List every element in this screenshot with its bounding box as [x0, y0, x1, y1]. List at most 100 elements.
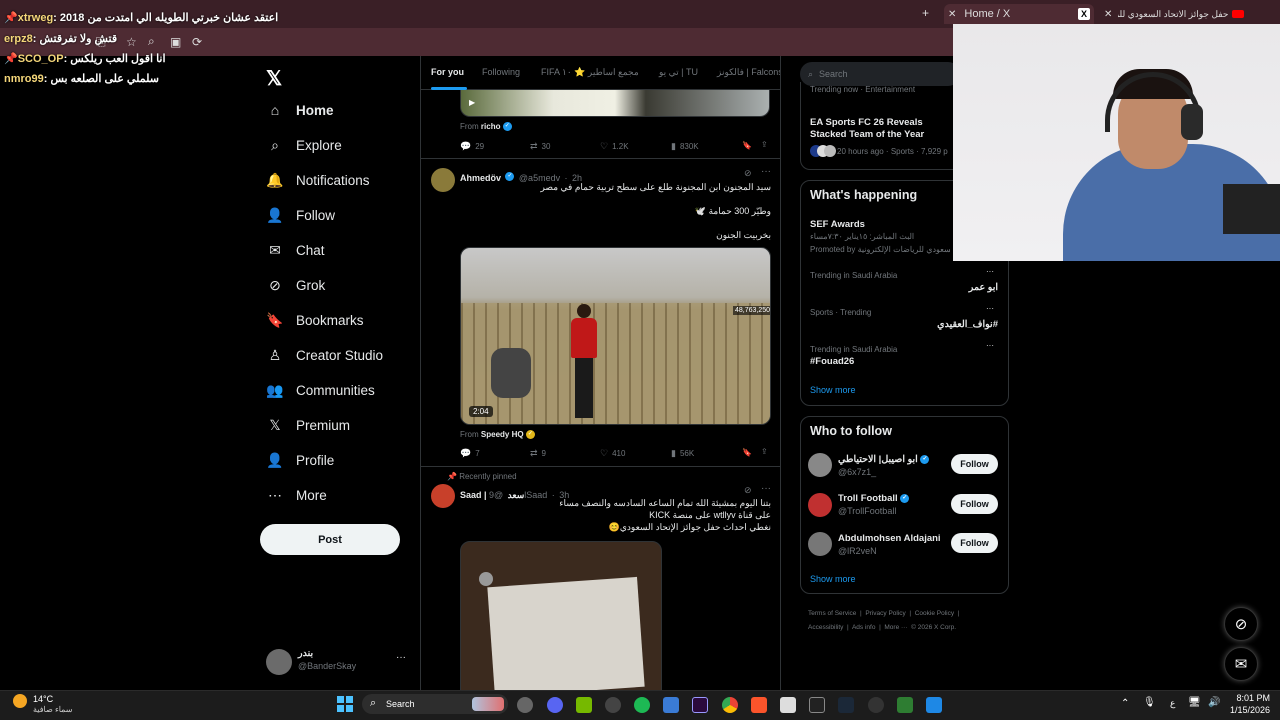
show-more-link[interactable]: Show more	[810, 574, 856, 584]
source-name[interactable]: Speedy HQ	[481, 430, 524, 439]
taskbar-search[interactable]: ⌕ Search	[362, 694, 508, 714]
app-icon[interactable]	[809, 697, 825, 713]
tab-youtube[interactable]: ✕ حفل جوائز الاتحاد السعودي للرياض	[1100, 4, 1250, 24]
chevron-up-icon[interactable]: ⌃	[1121, 698, 1129, 709]
post-button[interactable]: Post	[260, 524, 400, 555]
app-icon[interactable]	[780, 697, 796, 713]
brave-icon[interactable]	[751, 697, 767, 713]
grok-icon[interactable]: ⊘	[744, 485, 752, 496]
word-icon[interactable]	[926, 697, 942, 713]
media-icon[interactable]	[605, 697, 621, 713]
show-more-link[interactable]: Show more	[810, 385, 856, 395]
follow-suggestion-name[interactable]: ابو اصيبل| الاحتياطي ✓	[838, 454, 930, 465]
microphone-icon[interactable]: 🎙	[1143, 697, 1156, 708]
follow-button[interactable]: Follow	[951, 533, 998, 553]
premiere-icon[interactable]	[692, 697, 708, 713]
sidebar-item-premium[interactable]: 𝕏 Premium	[266, 411, 350, 439]
post-video[interactable]: 48,763,250 2:04	[460, 247, 771, 425]
account-switcher[interactable]: بندر @BanderSkay ···	[266, 648, 408, 676]
repost-button[interactable]: ⇄ 9	[530, 448, 546, 459]
sidebar-item-bookmarks[interactable]: 🔖 Bookmarks	[266, 306, 363, 334]
reply-button[interactable]: 💬 29	[460, 141, 484, 152]
avatar[interactable]	[808, 453, 832, 477]
sidebar-item-explore[interactable]: ⌕ Explore	[266, 131, 342, 159]
like-button[interactable]: ♡ 410	[600, 448, 625, 459]
sidebar-item-communities[interactable]: 👥 Communities	[266, 376, 375, 404]
post-image[interactable]	[460, 541, 662, 690]
footer-link[interactable]: Privacy Policy	[865, 610, 905, 617]
tab-fifa[interactable]: FIFA مجمع اساطير ⭐ ١٠	[541, 67, 639, 78]
more-icon[interactable]: ···	[761, 166, 771, 177]
more-icon[interactable]: ···	[761, 483, 771, 494]
repost-button[interactable]: ⇄ 30	[530, 141, 550, 152]
nvidia-icon[interactable]	[576, 697, 592, 713]
chrome-icon[interactable]	[722, 697, 738, 713]
like-button[interactable]: ♡ 1.2K	[600, 141, 629, 152]
sidebar-item-more[interactable]: ⋯ More	[266, 481, 327, 509]
more-icon[interactable]: ···	[986, 304, 994, 313]
bookmark-icon[interactable]: 🔖	[742, 448, 752, 457]
sidebar-item-grok[interactable]: ⊘ Grok	[266, 271, 325, 299]
steam-icon[interactable]	[838, 697, 854, 713]
sidebar-item-chat[interactable]: ✉ Chat	[266, 236, 324, 264]
views-button[interactable]: ▮ 830K	[671, 141, 699, 152]
spotify-icon[interactable]	[634, 697, 650, 713]
clock-time[interactable]: 8:01 PM	[1234, 693, 1270, 703]
footer-link[interactable]: Terms of Service	[808, 610, 856, 617]
more-icon[interactable]: ···	[986, 267, 994, 276]
discord-icon[interactable]	[547, 697, 563, 713]
bookmark-icon[interactable]: 🔖	[742, 141, 752, 150]
grok-icon[interactable]: ⊘	[744, 168, 752, 179]
follow-suggestion-name[interactable]: Abdulmohsen Aldajani	[838, 533, 941, 544]
more-icon[interactable]: ···	[986, 341, 994, 350]
trend-name[interactable]: #Fouad26	[810, 356, 854, 367]
trend-name[interactable]: ابو عمر	[861, 282, 998, 293]
reply-button[interactable]: 💬 7	[460, 448, 480, 459]
sidebar-item-profile[interactable]: 👤 Profile	[266, 446, 334, 474]
network-icon[interactable]: 🖥	[1188, 697, 1201, 708]
extensions-icon[interactable]: ▣	[170, 35, 181, 49]
tab-falcons[interactable]: فالكونز | Falcons	[717, 67, 780, 78]
close-icon[interactable]: ✕	[1104, 9, 1112, 20]
zoom-icon[interactable]: ⌕	[148, 34, 155, 49]
source-name[interactable]: richo	[481, 122, 501, 131]
avatar[interactable]	[431, 484, 455, 508]
tab-for-you[interactable]: For you	[431, 67, 464, 77]
close-icon[interactable]: ✕	[948, 9, 956, 20]
star-icon[interactable]: ☆	[126, 35, 137, 49]
sidebar-item-creator-studio[interactable]: ♙ Creator Studio	[266, 341, 383, 369]
sidebar-item-home[interactable]: ⌂ Home	[266, 96, 334, 124]
more-icon[interactable]: ···	[396, 652, 406, 663]
sidebar-item-notifications[interactable]: 🔔 Notifications	[266, 166, 369, 194]
share-icon[interactable]: ⇪	[761, 447, 768, 456]
app-icon[interactable]	[663, 697, 679, 713]
views-button[interactable]: ▮ 56K	[671, 448, 694, 459]
follow-button[interactable]: Follow	[951, 494, 998, 514]
settings-icon[interactable]	[517, 697, 533, 713]
trend-name[interactable]: #نواف_العقيدي	[861, 319, 998, 330]
follow-suggestion-name[interactable]: Troll Football ✓	[838, 493, 910, 504]
post-media[interactable]: ▶	[460, 90, 770, 117]
tab-following[interactable]: Following	[482, 67, 520, 77]
weather-icon[interactable]	[13, 694, 27, 708]
avatar[interactable]	[808, 493, 832, 517]
tab-home-x[interactable]: ✕ Home / X X	[944, 4, 1094, 24]
footer-link[interactable]: Ads info	[852, 624, 876, 631]
footer-link[interactable]: More ···	[884, 624, 907, 631]
grok-fab-icon[interactable]: ⊘	[1224, 607, 1258, 641]
promo-title[interactable]: SEF Awards	[810, 219, 865, 230]
x-logo-icon[interactable]: 𝕏	[266, 66, 282, 91]
clock-date[interactable]: 1/15/2026	[1226, 705, 1270, 715]
weather-temp[interactable]: 14°C	[33, 694, 53, 704]
sidebar-item-follow[interactable]: 👤 Follow	[266, 201, 335, 229]
follow-button[interactable]: Follow	[951, 454, 998, 474]
new-tab-button[interactable]: +	[922, 6, 929, 20]
language-indicator[interactable]: ع	[1170, 698, 1175, 709]
tab-tu[interactable]: تي يو | TU	[659, 67, 698, 78]
volume-icon[interactable]: 🔊	[1208, 697, 1220, 708]
share-icon[interactable]: ⇪	[761, 140, 768, 149]
sidebar-icon[interactable]: ⟳	[192, 35, 202, 49]
footer-link[interactable]: Accessibility	[808, 624, 843, 631]
app-icon[interactable]	[897, 697, 913, 713]
avatar[interactable]	[808, 532, 832, 556]
